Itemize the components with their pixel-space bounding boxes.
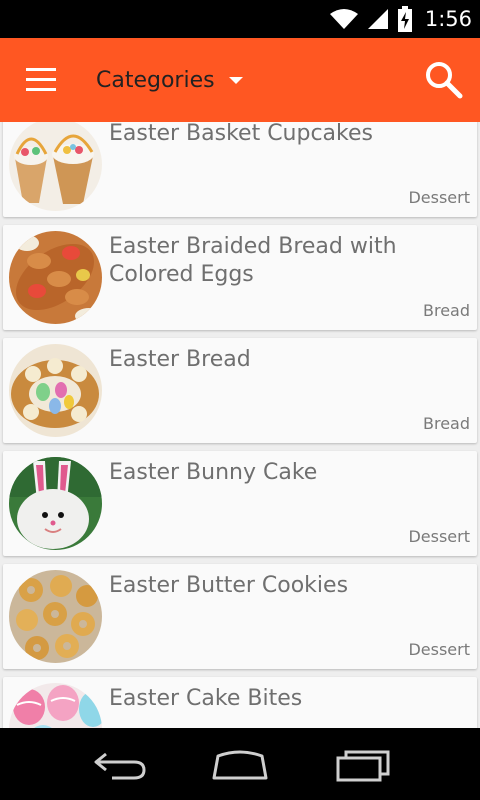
recents-button[interactable] <box>330 744 394 784</box>
battery-icon <box>397 6 412 32</box>
recipe-title: Easter Bread <box>109 347 251 372</box>
category-dropdown[interactable]: Categories <box>96 63 243 97</box>
recipe-title: Easter Cake Bites <box>109 686 303 711</box>
recipe-category: Dessert <box>408 640 470 659</box>
recipe-list[interactable]: Easter Basket Cupcakes Dessert Easter Br… <box>0 122 480 728</box>
status-icons: 1:56 <box>329 0 472 38</box>
recipe-card[interactable]: Easter Bread Bread <box>3 338 477 443</box>
recipe-thumbnail <box>9 457 102 550</box>
status-time: 1:56 <box>424 7 472 31</box>
recipe-category: Bread <box>422 301 470 320</box>
back-button[interactable] <box>88 744 152 784</box>
recipe-category: Dessert <box>408 188 470 207</box>
search-button[interactable] <box>424 60 464 100</box>
recipe-card[interactable]: Easter Bunny Cake Dessert <box>3 451 477 556</box>
recipe-thumbnail <box>9 231 102 324</box>
app-bar-title: Categories <box>96 67 215 93</box>
recipe-title: Easter Basket Cupcakes <box>109 122 373 146</box>
menu-button[interactable] <box>26 68 58 92</box>
recipe-category: Bread <box>422 414 470 433</box>
recipe-card[interactable]: Easter Cake Bites <box>3 677 477 728</box>
home-icon <box>212 750 268 780</box>
recipe-card[interactable]: Easter Butter Cookies Dessert <box>3 564 477 669</box>
signal-icon <box>367 9 388 29</box>
recipe-category: Dessert <box>408 527 470 546</box>
recipe-thumbnail <box>9 570 102 663</box>
recipe-thumbnail <box>9 344 102 437</box>
recipe-card[interactable]: Easter Basket Cupcakes Dessert <box>3 122 477 217</box>
recipe-title: Easter Butter Cookies <box>109 573 349 598</box>
recipe-card[interactable]: Easter Braided Bread with Colored Eggs B… <box>3 225 477 330</box>
recipe-title: Easter Braided Bread with Colored Eggs <box>109 234 397 287</box>
search-icon <box>426 62 463 99</box>
recipe-title: Easter Bunny Cake <box>109 460 318 485</box>
home-button[interactable] <box>208 744 272 784</box>
recents-icon <box>336 750 390 782</box>
wifi-icon <box>329 9 358 29</box>
recipe-thumbnail <box>9 122 102 211</box>
recipe-thumbnail <box>9 683 102 728</box>
back-icon <box>94 752 146 780</box>
app-bar: Categories <box>0 38 480 122</box>
navigation-bar <box>0 728 480 800</box>
dropdown-caret-icon <box>228 76 243 84</box>
status-bar: 1:56 <box>0 0 480 38</box>
